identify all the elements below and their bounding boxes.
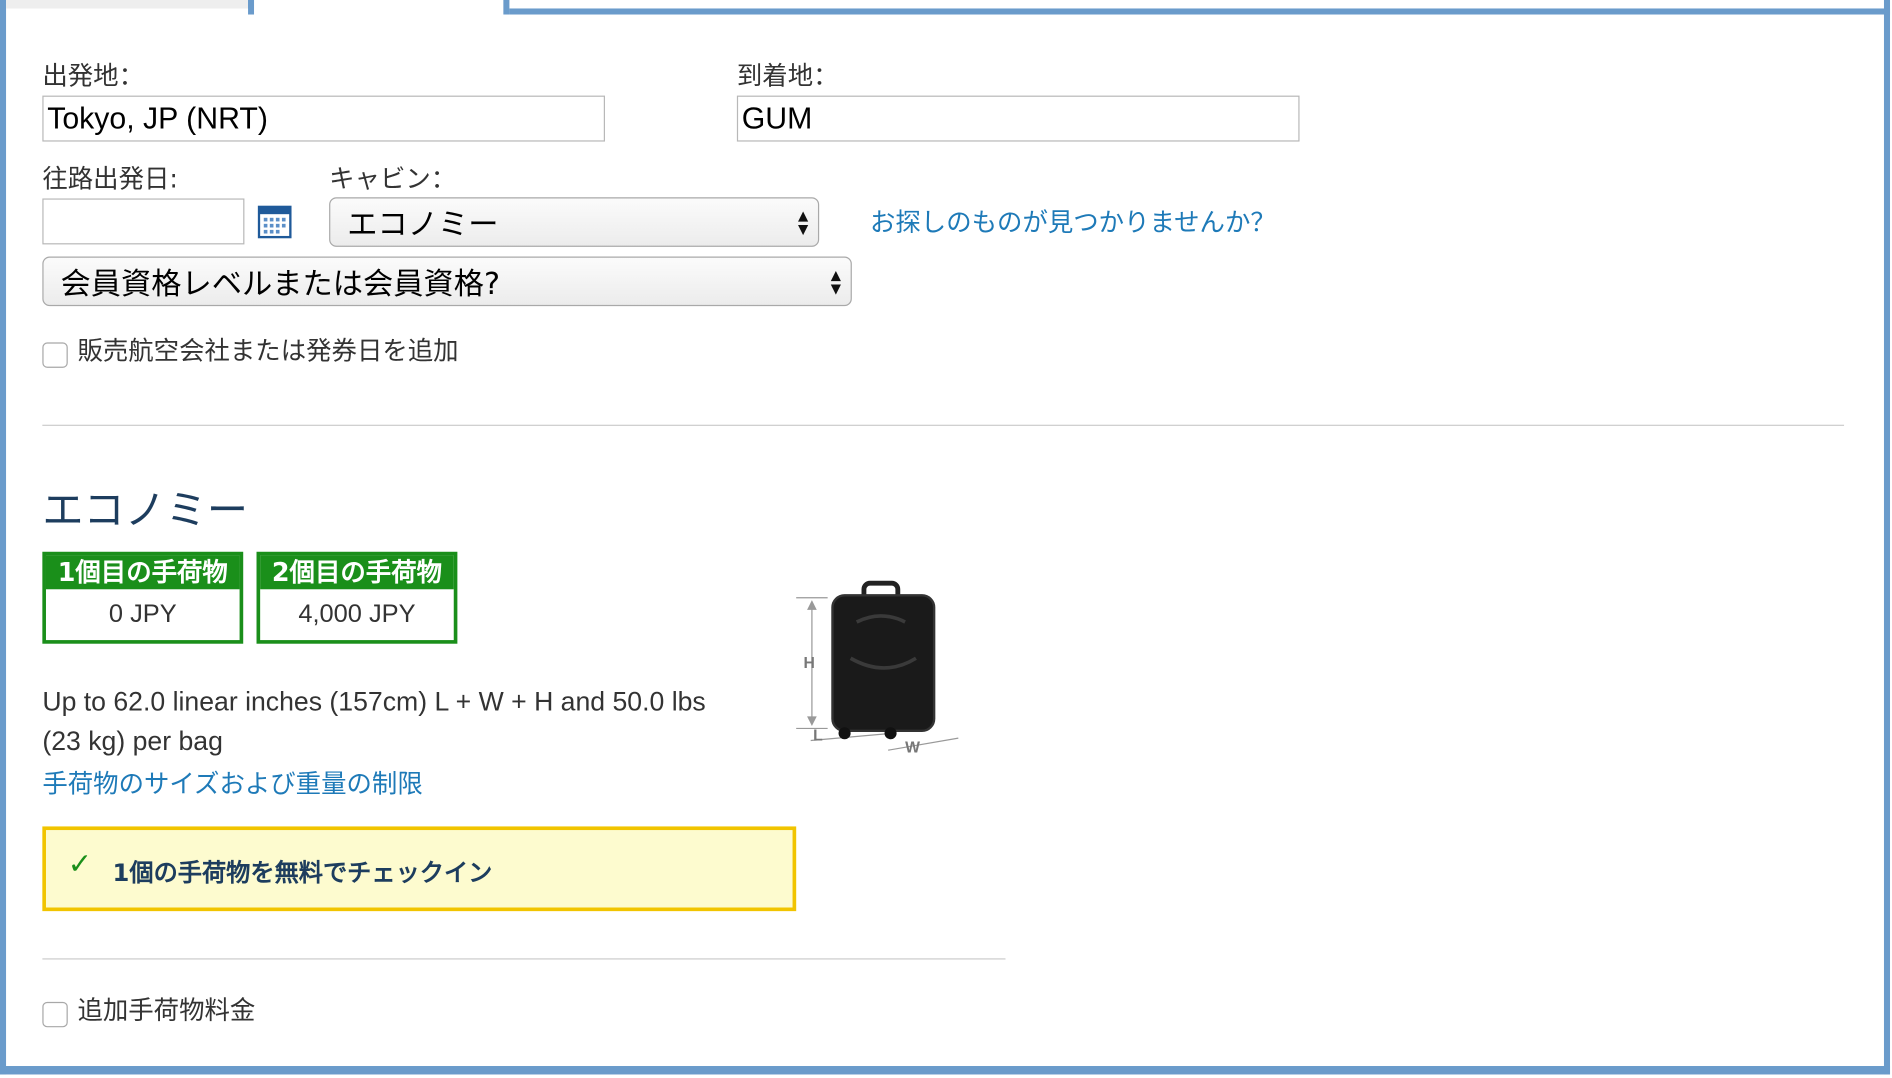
select-arrows-icon: ▲ ▼: [798, 207, 809, 237]
cabin-title: エコノミー: [42, 486, 249, 535]
panel-frame: [0, 0, 1891, 1075]
fee-value: 4,000 JPY: [298, 600, 416, 628]
second-bag-fee: 2個目の手荷物 4,000 JPY: [256, 551, 458, 644]
bag-size-description: Up to 62.0 linear inches (157cm) L + W +…: [42, 681, 768, 761]
fee-label: 1個目の手荷物: [45, 555, 240, 590]
section-divider: [42, 424, 1845, 426]
membership-select[interactable]: 会員資格レベルまたは会員資格? ▲ ▼: [42, 256, 852, 307]
suitcase-image: H L W: [784, 574, 966, 762]
departure-date-input[interactable]: [42, 198, 245, 245]
calendar-icon[interactable]: [257, 204, 292, 239]
fee-value: 0 JPY: [108, 600, 177, 628]
frame-border-left: [0, 0, 7, 1075]
add-carrier-checkbox[interactable]: [42, 342, 68, 368]
destination-label: 到着地：: [736, 61, 839, 91]
bag-size-line: Up to 62.0 linear inches (157cm) L + W +…: [42, 686, 706, 717]
free-bag-notice: ✓ 1個の手荷物を無料でチェックイン: [42, 826, 797, 912]
select-arrows-icon: ▲ ▼: [830, 266, 841, 296]
origin-label: 出発地：: [42, 61, 144, 91]
cabin-select-value: エコノミー: [347, 206, 499, 242]
frame-border-right: [1883, 0, 1891, 1075]
suitcase-h-label: H: [803, 655, 814, 672]
first-bag-fee: 1個目の手荷物 0 JPY: [42, 551, 244, 644]
frame-border-top: [509, 8, 1891, 15]
tab-inactive[interactable]: [6, 0, 255, 9]
suitcase-w-label: W: [905, 740, 920, 757]
free-bag-notice-text: 1個の手荷物を無料でチェックイン: [112, 857, 493, 887]
help-link[interactable]: お探しのものが見つかりませんか？: [870, 203, 1276, 239]
destination-input[interactable]: GUM: [736, 95, 1300, 142]
cabin-select[interactable]: エコノミー ▲ ▼: [329, 197, 820, 247]
checkmark-icon: ✓: [67, 847, 93, 881]
fee-label: 2個目の手荷物: [260, 555, 454, 590]
tab-active[interactable]: [254, 0, 510, 15]
departure-date-label: 往路出発日:: [42, 164, 178, 194]
frame-border-bottom: [0, 1066, 1891, 1075]
extra-fees-label: 追加手荷物料金: [77, 995, 256, 1025]
cabin-label: キャビン：: [329, 164, 457, 194]
bag-limits-link[interactable]: 手荷物のサイズおよび重量の制限: [42, 765, 422, 801]
extra-fees-divider: [42, 958, 1006, 960]
suitcase-l-label: L: [813, 728, 823, 745]
membership-select-value: 会員資格レベルまたは会員資格?: [60, 265, 501, 301]
bag-size-line: (23 kg) per bag: [42, 726, 223, 757]
add-carrier-label: 販売航空会社または発券日を追加: [77, 336, 459, 366]
origin-input[interactable]: Tokyo, JP (NRT): [42, 95, 606, 142]
extra-fees-checkbox[interactable]: [42, 1001, 68, 1028]
